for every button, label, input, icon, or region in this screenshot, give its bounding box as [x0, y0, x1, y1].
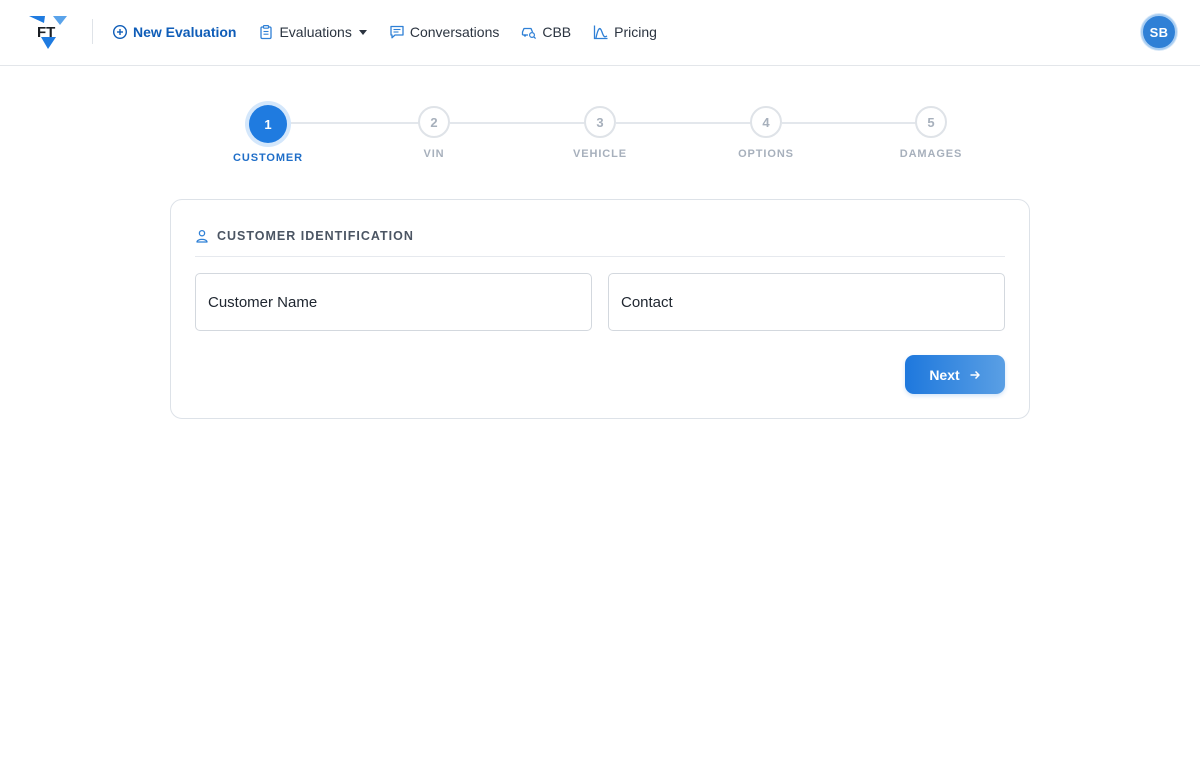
step-3-label: VEHICLE	[573, 148, 627, 160]
step-2-label: VIN	[423, 148, 445, 160]
step-5-number: 5	[927, 114, 935, 130]
customer-identification-card: CUSTOMER IDENTIFICATION Next	[170, 199, 1030, 419]
step-3-circle[interactable]: 3	[584, 106, 616, 138]
arrow-right-icon	[970, 370, 980, 379]
step-connector-2-3	[450, 122, 585, 124]
step-4-circle[interactable]: 4	[750, 106, 782, 138]
step-connector-1-2	[287, 122, 419, 124]
evaluation-stepper: 1 CUSTOMER 2 VIN 3 VEHICLE 4 OPTIONS 5 D…	[0, 0, 1200, 180]
step-4-number: 4	[762, 114, 770, 130]
step-1-number: 1	[264, 116, 272, 132]
customer-name-input[interactable]	[195, 273, 592, 331]
section-title: CUSTOMER IDENTIFICATION	[217, 229, 414, 243]
step-4-label: OPTIONS	[738, 148, 794, 160]
step-1-label: CUSTOMER	[233, 152, 303, 164]
next-button-label: Next	[929, 366, 960, 383]
step-5-circle[interactable]: 5	[915, 106, 947, 138]
next-button[interactable]: Next	[905, 355, 1005, 394]
step-3-number: 3	[596, 114, 604, 130]
step-2-circle[interactable]: 2	[418, 106, 450, 138]
step-connector-3-4	[616, 122, 751, 124]
card-header: CUSTOMER IDENTIFICATION	[195, 226, 1005, 257]
step-connector-4-5	[782, 122, 916, 124]
contact-input[interactable]	[608, 273, 1005, 331]
step-5-label: DAMAGES	[899, 148, 963, 160]
user-icon	[196, 229, 208, 243]
step-1-circle[interactable]: 1	[249, 105, 287, 143]
step-2-number: 2	[430, 114, 438, 130]
